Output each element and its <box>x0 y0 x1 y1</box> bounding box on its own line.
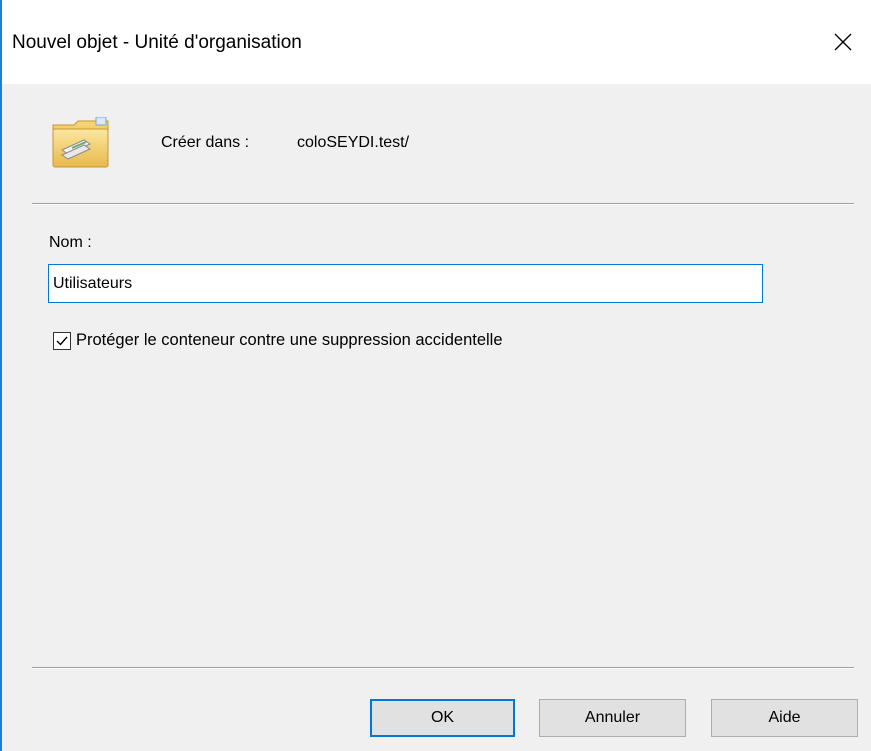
create-in-header: Créer dans : coloSEYDI.test/ <box>2 84 871 202</box>
cancel-button[interactable]: Annuler <box>539 699 686 737</box>
separator-bottom <box>32 667 854 669</box>
close-icon <box>834 33 852 51</box>
help-button[interactable]: Aide <box>711 699 858 737</box>
create-in-label: Créer dans : <box>161 134 250 151</box>
name-label: Nom : <box>49 234 92 251</box>
dialog-title: Nouvel objet - Unité d'organisation <box>12 32 302 53</box>
protect-container-checkbox[interactable] <box>53 331 71 350</box>
dialog-window: Nouvel objet - Unité d'organisation Crée… <box>0 0 871 751</box>
protect-container-option[interactable]: Protéger le conteneur contre une suppres… <box>53 331 503 350</box>
separator-top <box>32 203 854 205</box>
checkmark-icon <box>56 336 68 346</box>
title-bar[interactable]: Nouvel objet - Unité d'organisation <box>2 0 871 84</box>
organizational-unit-folder-icon <box>50 116 114 173</box>
close-button[interactable] <box>823 22 863 62</box>
protect-container-label: Protéger le conteneur contre une suppres… <box>76 331 503 349</box>
ok-button[interactable]: OK <box>370 699 515 737</box>
create-in-path: coloSEYDI.test/ <box>297 134 410 151</box>
name-input[interactable] <box>48 264 763 303</box>
